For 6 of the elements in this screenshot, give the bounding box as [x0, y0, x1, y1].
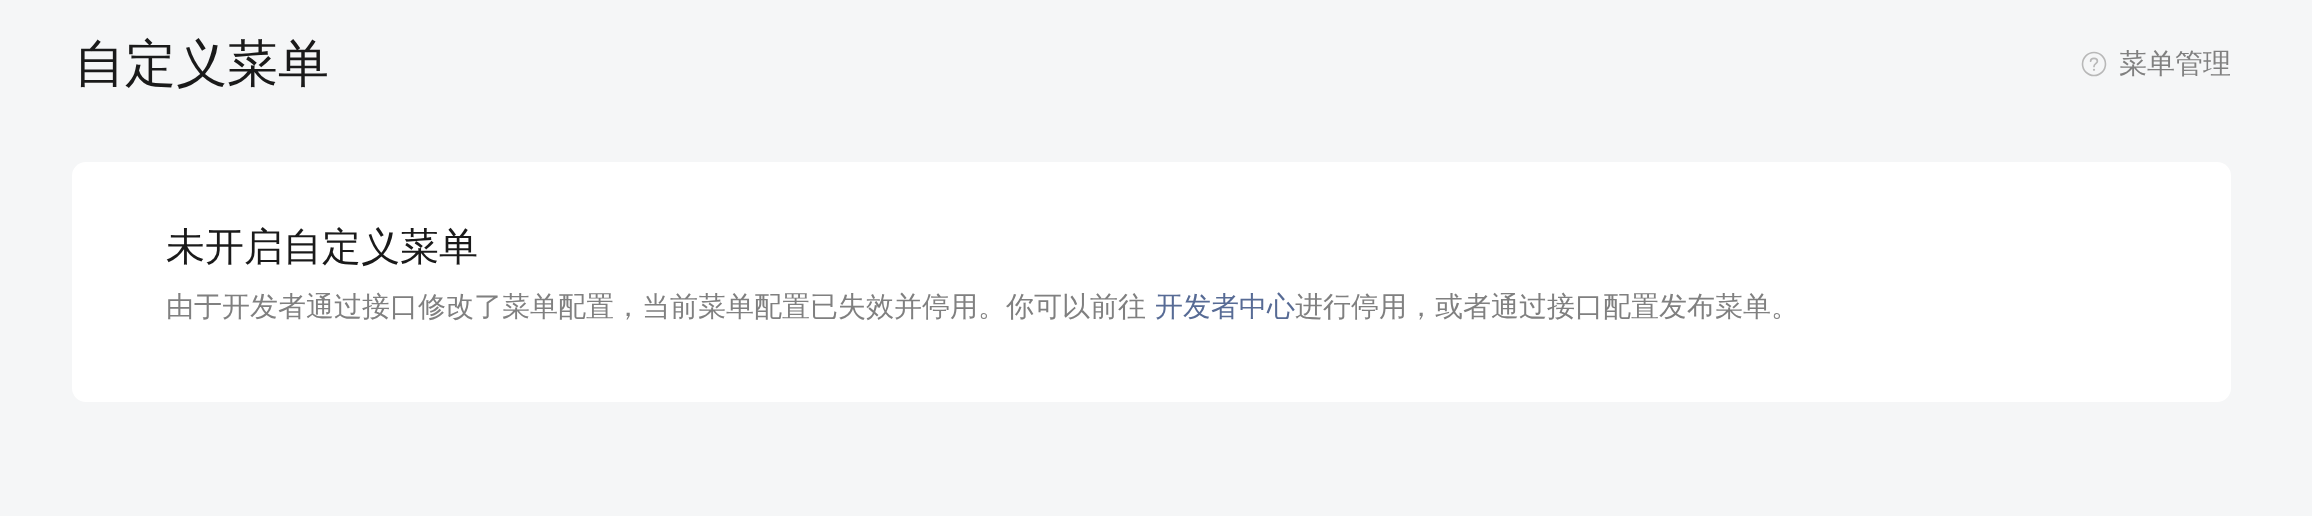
help-icon	[2081, 51, 2107, 77]
page-title: 自定义菜单	[74, 33, 329, 95]
notice-text: 由于开发者通过接口修改了菜单配置，当前菜单配置已失效并停用。你可以前往 开发者中心进行停用，或者通过接口配置发布菜单。	[166, 288, 1800, 324]
help-link[interactable]: 菜单管理	[2081, 45, 2231, 83]
developer-center-link[interactable]: 开发者中心	[1154, 289, 1295, 322]
notice-title: 未开启自定义菜单	[166, 224, 479, 271]
